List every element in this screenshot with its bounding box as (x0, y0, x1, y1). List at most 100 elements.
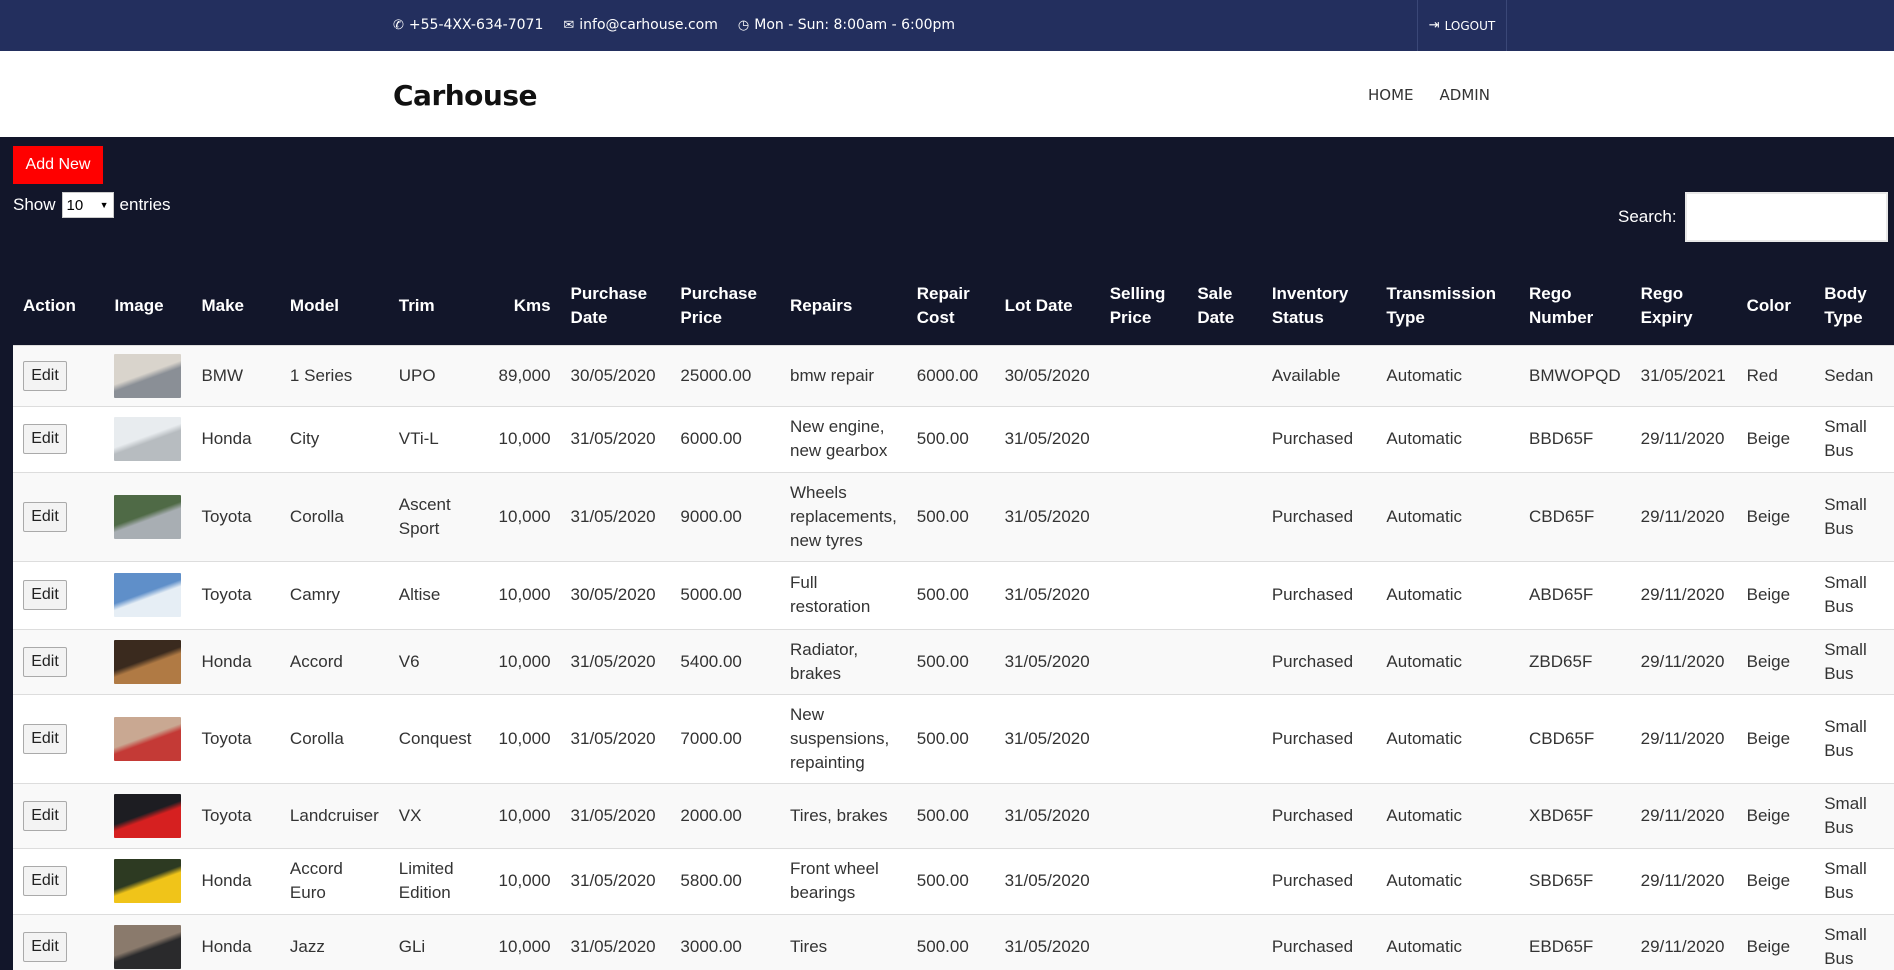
cell-purchase-price: 3000.00 (680, 937, 742, 957)
nav-item-admin[interactable]: ADMIN (1440, 86, 1490, 104)
edit-button[interactable]: Edit (23, 580, 67, 610)
cell-action: Edit (13, 561, 104, 629)
header-repair-cost[interactable]: Repair Cost (907, 267, 995, 345)
cell-repair-cost: 500.00 (916, 805, 969, 825)
cell-rego-expiry: 29/11/2020 (1640, 728, 1725, 748)
edit-button[interactable]: Edit (23, 501, 67, 532)
car-thumbnail[interactable] (114, 639, 182, 684)
header-sale-date[interactable]: Sale Date (1187, 267, 1261, 345)
header-inventory-status[interactable]: Inventory Status (1262, 267, 1377, 345)
cell-trim: Limited Edition (398, 859, 454, 902)
cell-rego-expiry: 29/11/2020 (1640, 506, 1725, 526)
car-thumbnail[interactable] (114, 573, 182, 617)
header-rego-expiry[interactable]: Rego Expiry (1631, 267, 1737, 345)
cell-inventory-status: Available (1271, 365, 1341, 385)
cell-model: City (289, 429, 320, 448)
car-thumbnail[interactable] (114, 417, 182, 461)
header-transmission-type[interactable]: Transmission Type (1376, 267, 1519, 345)
edit-button[interactable]: Edit (23, 932, 67, 963)
cell-transmission-type: Automatic (1386, 651, 1463, 671)
clock-icon: ◷ (737, 17, 750, 33)
header-repairs[interactable]: Repairs (780, 267, 907, 345)
phone-text: +55-4XX-634-7071 (408, 17, 544, 33)
cell-make: Honda (201, 651, 252, 671)
car-thumbnail[interactable] (114, 859, 182, 903)
header-model[interactable]: Model (280, 267, 389, 345)
cell-body-type: Small Bus (1824, 573, 1867, 616)
car-thumbnail[interactable] (114, 716, 182, 761)
edit-button[interactable]: Edit (23, 424, 67, 454)
cell-selling-price (1100, 629, 1188, 694)
header-color[interactable]: Color (1737, 267, 1815, 345)
table-row: Edit Honda Accord Euro Limited Edition 10,00… (13, 848, 1894, 914)
table-row: Edit Toyota Landcruiser VX 10,000 31/05/2020 2… (13, 783, 1894, 848)
cell-transmission-type: Automatic (1386, 429, 1463, 448)
cell-repair-cost: 500.00 (916, 429, 969, 448)
cell-trim: Ascent Sport (398, 494, 451, 538)
logout-label: LOGOUT (1444, 18, 1496, 33)
header-body-type[interactable]: Body Type (1814, 267, 1894, 345)
cell-purchase-date: 31/05/2020 (570, 651, 656, 671)
cell-purchase-price: 7000.00 (680, 728, 742, 748)
cell-selling-price (1100, 345, 1188, 406)
cell-color: Beige (1746, 429, 1791, 448)
header-purchase-price[interactable]: Purchase Price (670, 267, 780, 345)
cell-inventory-status: Purchased (1271, 506, 1354, 526)
cell-kms: 10,000 (498, 871, 551, 890)
cell-action: Edit (13, 406, 104, 472)
cell-sale-date (1187, 629, 1261, 694)
cell-rego-expiry: 29/11/2020 (1640, 651, 1725, 671)
inventory-table: Action Image Make Model Trim Kms Purchas… (13, 267, 1894, 970)
header-rego-number[interactable]: Rego Number (1519, 267, 1631, 345)
edit-button[interactable]: Edit (23, 646, 67, 677)
car-thumbnail[interactable] (114, 494, 182, 539)
edit-button[interactable]: Edit (23, 723, 67, 754)
cell-repairs: Radiator, brakes (790, 639, 859, 683)
add-new-button[interactable]: Add New (13, 146, 103, 184)
table-row: Edit Toyota Corolla Conquest 10,000 31/05/202… (13, 694, 1894, 783)
edit-button[interactable]: Edit (23, 866, 67, 896)
cell-action: Edit (13, 694, 104, 783)
cell-repairs: New suspensions, repainting (790, 704, 890, 772)
main-navbar: Carhouse HOME ADMIN (0, 51, 1894, 137)
cell-repair-cost: 6000.00 (916, 365, 979, 385)
cell-sale-date (1187, 561, 1261, 629)
header-action[interactable]: Action (13, 267, 104, 345)
cell-rego-number: CBD65F (1529, 728, 1595, 748)
cell-rego-expiry: 29/11/2020 (1640, 805, 1725, 825)
car-thumbnail[interactable] (114, 793, 182, 838)
edit-button[interactable]: Edit (23, 360, 67, 391)
cell-model: Accord (289, 651, 343, 671)
cell-lot-date: 31/05/2020 (1004, 506, 1090, 526)
cell-purchase-price: 6000.00 (680, 429, 742, 448)
car-thumbnail[interactable] (114, 353, 182, 398)
sign-out-icon: ⇥ (1428, 18, 1440, 33)
brand-logo[interactable]: Carhouse (393, 79, 538, 112)
logout-button[interactable]: ⇥ LOGOUT (1417, 0, 1507, 51)
header-image[interactable]: Image (104, 267, 191, 345)
cell-sale-date (1187, 848, 1261, 914)
cell-body-type: Small Bus (1824, 639, 1867, 683)
entries-select[interactable]: 10 ▼ (61, 192, 114, 218)
cell-repairs: Tires (790, 937, 828, 957)
header-purchase-date[interactable]: Purchase Date (561, 267, 671, 345)
nav-item-home[interactable]: HOME (1368, 86, 1414, 104)
cell-body-type: Small Bus (1824, 925, 1867, 969)
cell-rego-expiry: 29/11/2020 (1640, 871, 1725, 890)
header-selling-price[interactable]: Selling Price (1100, 267, 1188, 345)
cell-image (104, 561, 191, 629)
header-trim[interactable]: Trim (389, 267, 489, 345)
cell-repair-cost: 500.00 (916, 585, 969, 604)
cell-image (104, 629, 191, 694)
cell-rego-number: ZBD65F (1529, 651, 1593, 671)
edit-button[interactable]: Edit (23, 800, 67, 831)
header-kms[interactable]: Kms (489, 267, 561, 345)
cell-body-type: Small Bus (1824, 859, 1867, 902)
header-lot-date[interactable]: Lot Date (995, 267, 1100, 345)
car-thumbnail[interactable] (114, 925, 182, 970)
cell-make: Honda (201, 871, 252, 890)
search-input[interactable] (1684, 192, 1888, 242)
cell-inventory-status: Purchased (1271, 937, 1354, 957)
cell-body-type: Small Bus (1824, 716, 1867, 760)
header-make[interactable]: Make (191, 267, 279, 345)
